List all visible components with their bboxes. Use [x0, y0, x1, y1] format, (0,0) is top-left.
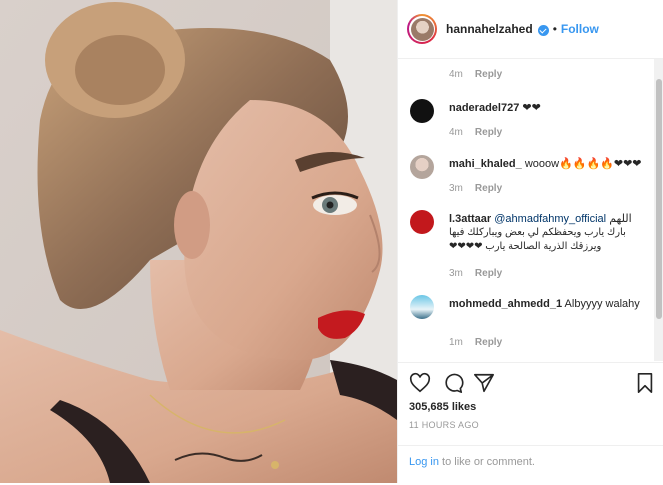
comment-body: l.3attaar @ahmadfahmy_official اللهم بار… — [449, 212, 649, 254]
reply-button[interactable]: Reply — [475, 337, 502, 348]
comment-item: l.3attaar @ahmadfahmy_official اللهم بار… — [410, 210, 650, 290]
login-prompt: Log in to like or comment. — [409, 456, 535, 468]
comment-meta: 4m Reply — [449, 127, 502, 138]
post-header: hannahelzahed • Follow — [398, 0, 663, 59]
comment-text-line-3: ويرزقك الذرية الصالحة يارب ❤❤❤❤ — [449, 241, 602, 252]
post-time[interactable]: 11 HOURS AGO — [409, 420, 479, 430]
likes-count[interactable]: 305,685 likes — [409, 401, 476, 413]
comment-meta: 3m Reply — [449, 268, 502, 279]
comment-meta: 4m Reply — [449, 69, 502, 80]
reply-button[interactable]: Reply — [475, 268, 502, 279]
share-icon[interactable] — [473, 372, 495, 394]
comment-item: mahi_khaled_ wooow🔥🔥🔥🔥❤❤❤ 3m Reply — [410, 155, 650, 200]
login-prompt-text: to like or comment. — [438, 456, 535, 468]
comment-username[interactable]: mahi_khaled_ — [449, 158, 522, 170]
comment-text: ❤❤ — [522, 102, 541, 114]
commenter-avatar[interactable] — [410, 295, 434, 319]
bookmark-icon[interactable] — [634, 372, 656, 394]
post-actions: 305,685 likes 11 HOURS AGO Log in to lik… — [398, 362, 663, 484]
comment-body: mohmedd_ahmedd_1 Albyyyy walahy — [449, 297, 649, 311]
comment-body: naderadel727 ❤❤ — [449, 101, 649, 115]
reply-button[interactable]: Reply — [475, 183, 502, 194]
post-side-panel: hannahelzahed • Follow 4m Reply naderadel… — [397, 0, 663, 483]
comment-time: 3m — [449, 268, 463, 279]
verified-badge-icon — [537, 24, 549, 36]
separator-dot: • — [552, 22, 557, 36]
follow-button[interactable]: Follow — [561, 22, 599, 36]
comment-time: 4m — [449, 127, 463, 138]
author-username[interactable]: hannahelzahed — [446, 22, 533, 36]
comment-username[interactable]: l.3attaar — [449, 213, 491, 225]
comment-time: 4m — [449, 69, 463, 80]
comment-text-line-2: بارك يارب ويحفظكم لي بعض ويباركلك فيها — [449, 227, 626, 238]
scrollbar-thumb[interactable] — [656, 79, 662, 319]
comment-time: 1m — [449, 337, 463, 348]
comment-username[interactable]: naderadel727 — [449, 102, 519, 114]
commenter-avatar[interactable] — [410, 99, 434, 123]
comment-mention-link[interactable]: @ahmadfahmy_official — [494, 213, 606, 225]
reply-button[interactable]: Reply — [475, 69, 502, 80]
comment-item: naderadel727 ❤❤ 4m Reply — [410, 99, 650, 144]
add-comment-bar: Log in to like or comment. — [398, 445, 663, 485]
comment-meta: 3m Reply — [449, 183, 502, 194]
comment-username[interactable]: mohmedd_ahmedd_1 — [449, 298, 562, 310]
comment-text: Albyyyy walahy — [564, 298, 640, 310]
comments-list[interactable]: 4m Reply naderadel727 ❤❤ 4m Reply mahi_kha… — [398, 59, 654, 361]
login-link[interactable]: Log in — [409, 456, 439, 468]
post-photo-illustration — [0, 0, 397, 483]
comment-item: mohmedd_ahmedd_1 Albyyyy walahy 1m Reply — [410, 295, 650, 355]
post-photo[interactable] — [0, 0, 397, 483]
heart-icon[interactable] — [409, 372, 431, 394]
commenter-avatar[interactable] — [410, 210, 434, 234]
comment-item: 4m Reply — [410, 59, 650, 85]
comment-time: 3m — [449, 183, 463, 194]
reply-button[interactable]: Reply — [475, 127, 502, 138]
commenter-avatar[interactable] — [410, 155, 434, 179]
comment-icon[interactable] — [442, 372, 464, 394]
comments-scrollbar[interactable] — [654, 59, 663, 361]
comment-body: mahi_khaled_ wooow🔥🔥🔥🔥❤❤❤ — [449, 157, 649, 171]
comment-text: wooow🔥🔥🔥🔥❤❤❤ — [524, 158, 642, 170]
comment-meta: 1m Reply — [449, 337, 502, 348]
comment-text-line-1: اللهم — [609, 213, 632, 225]
author-avatar[interactable] — [407, 14, 437, 44]
